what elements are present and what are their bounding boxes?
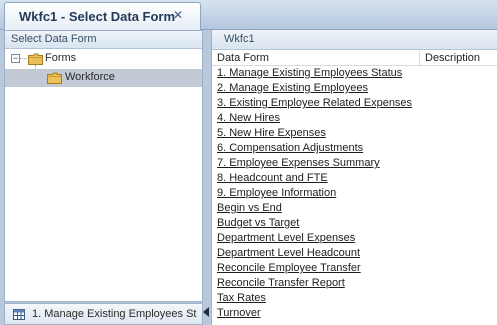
data-form-link[interactable]: Tax Rates (217, 292, 266, 304)
column-headers: Data Form Description (212, 51, 497, 66)
collapse-icon[interactable]: − (11, 54, 20, 63)
data-form-link[interactable]: 6. Compensation Adjustments (217, 142, 363, 154)
panel-header: Select Data Form (5, 31, 202, 49)
data-form-link[interactable]: 7. Employee Expenses Summary (217, 157, 380, 169)
data-form-link[interactable]: 4. New Hires (217, 112, 280, 124)
list-item: 1. Manage Existing Employees Status (212, 66, 497, 81)
list-item: 7. Employee Expenses Summary (212, 156, 497, 171)
list-item: Department Level Expenses (212, 231, 497, 246)
form-folder-tree: − Forms Workforce (5, 49, 202, 321)
data-form-link[interactable]: 2. Manage Existing Employees (217, 82, 368, 94)
list-item: 5. New Hire Expenses (212, 126, 497, 141)
selected-form-bar[interactable]: 1. Manage Existing Employees St (4, 303, 203, 325)
tree-label-forms: Forms (45, 52, 77, 64)
data-form-link[interactable]: 1. Manage Existing Employees Status (217, 67, 402, 79)
list-item: 3. Existing Employee Related Expenses (212, 96, 497, 111)
tree-connector (20, 58, 27, 59)
tree-item-workforce[interactable]: Workforce (5, 69, 202, 87)
data-form-link[interactable]: Reconcile Employee Transfer (217, 262, 361, 274)
form-grid-icon (13, 309, 25, 320)
data-form-link[interactable]: Turnover (217, 307, 261, 319)
list-item: Turnover (212, 306, 497, 321)
folder-icon (47, 72, 62, 84)
tree-label-workforce: Workforce (65, 71, 115, 83)
data-form-link[interactable]: Department Level Headcount (217, 247, 360, 259)
list-item: Tax Rates (212, 291, 497, 306)
data-form-link[interactable]: 9. Employee Information (217, 187, 336, 199)
column-divider[interactable] (419, 51, 420, 66)
list-item: Department Level Headcount (212, 246, 497, 261)
column-header-data-form[interactable]: Data Form (217, 52, 269, 64)
data-form-list-panel: Wkfc1 Data Form Description 1. Manage Ex… (211, 30, 497, 325)
folder-icon (28, 53, 43, 65)
tab-bar: Wkfc1 - Select Data Form ✕ (0, 0, 497, 30)
list-item: 2. Manage Existing Employees (212, 81, 497, 96)
data-form-link[interactable]: 5. New Hire Expenses (217, 127, 326, 139)
selected-form-label: 1. Manage Existing Employees St (32, 308, 197, 320)
data-form-link[interactable]: Reconcile Transfer Report (217, 277, 345, 289)
list-item: Begin vs End (212, 201, 497, 216)
close-icon[interactable]: ✕ (173, 8, 183, 22)
data-form-list: 1. Manage Existing Employees Status 2. M… (212, 66, 497, 321)
list-item: Budget vs Target (212, 216, 497, 231)
list-item: 9. Employee Information (212, 186, 497, 201)
data-form-link[interactable]: 3. Existing Employee Related Expenses (217, 97, 412, 109)
data-form-link[interactable]: Budget vs Target (217, 217, 299, 229)
data-form-link[interactable]: Department Level Expenses (217, 232, 355, 244)
list-item: Reconcile Employee Transfer (212, 261, 497, 276)
tab-title: Wkfc1 - Select Data Form (19, 9, 176, 24)
list-item: 8. Headcount and FTE (212, 171, 497, 186)
tab-select-data-form[interactable]: Wkfc1 - Select Data Form ✕ (4, 2, 201, 30)
column-header-description[interactable]: Description (425, 52, 480, 64)
list-item: Reconcile Transfer Report (212, 276, 497, 291)
select-data-form-panel: Select Data Form − Forms Workforce (4, 30, 203, 321)
list-item: 6. Compensation Adjustments (212, 141, 497, 156)
list-item: 4. New Hires (212, 111, 497, 126)
panel-header: Wkfc1 (212, 30, 497, 50)
data-form-link[interactable]: Begin vs End (217, 202, 282, 214)
data-form-link[interactable]: 8. Headcount and FTE (217, 172, 328, 184)
collapse-panel-icon[interactable] (203, 307, 209, 317)
